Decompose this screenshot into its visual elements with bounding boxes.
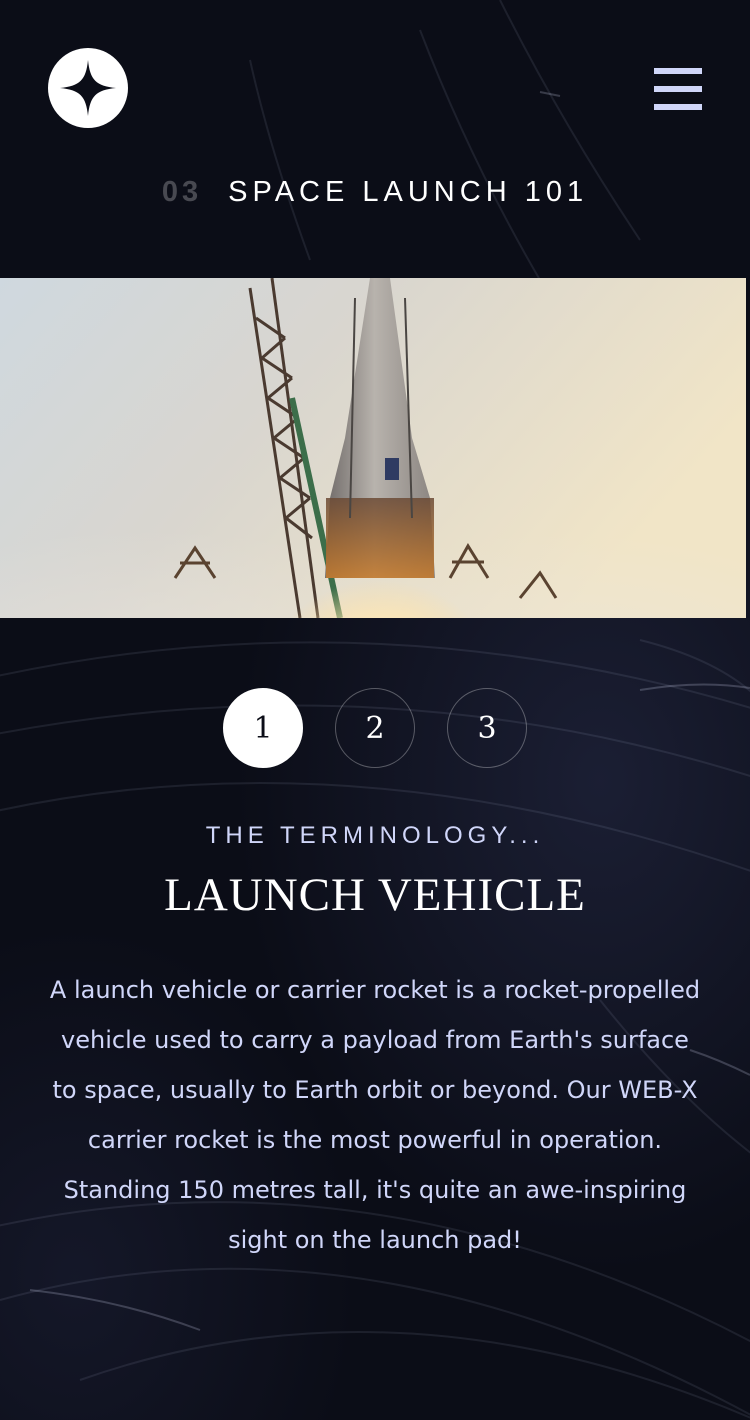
hamburger-menu-icon[interactable] [654,68,702,110]
terminology-description: A launch vehicle or carrier rocket is a … [49,976,701,1254]
terminology-title: LAUNCH VEHICLE [164,869,586,921]
pager-button-1[interactable]: 1 [223,688,303,768]
pager: 1 2 3 [0,688,750,768]
pager-button-3[interactable]: 3 [447,688,527,768]
page-heading: 03 SPACE LAUNCH 101 [0,176,750,209]
page-heading-text: SPACE LAUNCH 101 [228,176,589,208]
page-heading-number: 03 [161,176,203,208]
pager-button-2[interactable]: 2 [335,688,415,768]
terminology-subtitle: THE TERMINOLOGY... [205,822,545,849]
logo[interactable] [48,48,128,128]
rocket-launch-photo [0,278,746,618]
four-point-star-icon [60,60,116,116]
